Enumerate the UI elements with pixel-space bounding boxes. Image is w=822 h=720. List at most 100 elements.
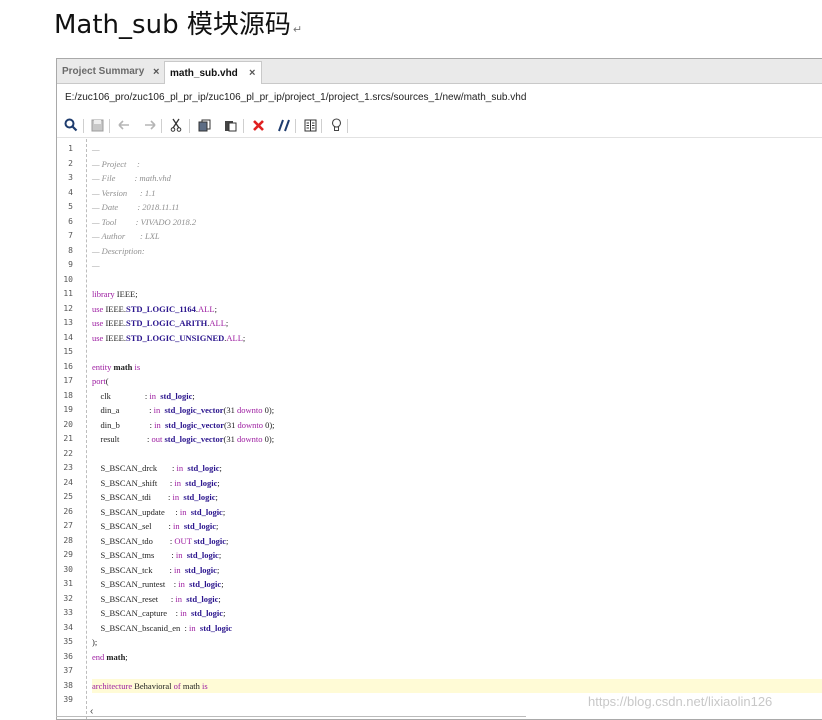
redo-icon[interactable] [141,115,159,135]
code-line[interactable]: — File : math.vhd [92,171,822,186]
line-number: 11 [63,289,73,298]
code-token: — Author : LXL [92,231,160,241]
code-token: S_BSCAN_tms : [92,550,176,560]
code-token: S_BSCAN_drck : [92,463,177,473]
code-line[interactable]: — [92,142,822,157]
code-token: 0); [262,419,275,430]
code-token: entity [92,361,112,372]
code-line[interactable]: end math; [92,650,822,665]
code-token: std_logic [199,622,233,633]
code-token: std_logic [189,579,222,589]
code-token: ; [214,303,217,314]
code-line[interactable]: S_BSCAN_reset : in std_logic; [92,592,822,607]
code-token: in [180,608,187,618]
search-icon[interactable] [62,115,80,135]
code-line[interactable]: use IEEE.STD_LOGIC_UNSIGNED.ALL; [92,331,822,346]
code-line[interactable] [92,273,822,288]
code-line[interactable]: — Date : 2018.11.11 [92,200,822,215]
code-line[interactable]: result : out std_logic_vector(31 downto … [92,432,822,447]
line-number: 20 [63,419,73,429]
code-line[interactable]: din_b : in std_logic_vector(31 downto 0)… [92,418,822,433]
code-line[interactable]: use IEEE.STD_LOGIC_ARITH.ALL; [92,316,822,331]
line-number: 12 [63,303,73,313]
code-token: ALL [198,303,215,314]
code-line[interactable]: — Tool : VIVADO 2018.2 [92,215,822,230]
code-line[interactable]: S_BSCAN_tck : in std_logic; [92,563,822,578]
code-line[interactable] [92,345,822,360]
code-line[interactable]: port( [92,374,822,389]
toggle-columns-icon[interactable] [301,115,319,135]
code-line[interactable]: ); [92,635,822,650]
code-line[interactable]: S_BSCAN_sel : in std_logic; [92,519,822,534]
cut-icon[interactable] [167,115,185,135]
code-line[interactable]: din_a : in std_logic_vector(31 downto 0)… [92,403,822,418]
line-number: 25 [63,492,73,501]
code-token: std_logic [187,463,220,473]
tab-math-sub-vhd[interactable]: math_sub.vhd × [164,61,262,84]
lightbulb-icon[interactable] [327,115,345,135]
paste-icon[interactable] [221,115,239,135]
code-line[interactable]: — Author : LXL [92,229,822,244]
code-line[interactable]: S_BSCAN_runtest : in std_logic; [92,577,822,592]
code-token: in [154,419,161,430]
comment-icon[interactable] [275,115,293,135]
close-icon[interactable]: × [249,67,255,79]
code-token: — [92,144,100,154]
code-token: ALL [209,318,226,328]
code-token: std_logic [160,390,193,401]
code-line[interactable]: S_BSCAN_tdo : OUT std_logic; [92,534,822,549]
code-line[interactable]: — [92,258,822,273]
line-number: 38 [63,680,73,690]
line-number: 29 [63,550,73,559]
copy-icon[interactable] [195,115,213,135]
code-line[interactable]: S_BSCAN_tdi : in std_logic; [92,490,822,505]
code-token: ; [225,318,229,328]
code-line[interactable]: S_BSCAN_capture : in std_logic; [92,606,822,621]
code-token: library [92,289,115,299]
code-line[interactable]: — Description: [92,244,822,259]
code-token: S_BSCAN_tck : [92,564,174,575]
save-icon[interactable] [88,115,106,135]
code-token: port [92,376,106,386]
code-token: downto [237,419,263,430]
code-token: S_BSCAN_shift : [92,477,175,488]
code-token: downto [236,434,263,444]
code-line[interactable]: architecture Behavioral of math is [92,678,822,693]
line-number: 39 [63,695,73,704]
code-line[interactable]: use IEEE.STD_LOGIC_1164.ALL; [92,302,822,317]
tab-project-summary[interactable]: Project Summary × [57,61,163,82]
code-line[interactable] [92,664,822,679]
code-token: use [92,303,104,314]
code-line[interactable]: S_BSCAN_bscanid_en : in std_logic [92,621,822,636]
line-number: 3 [68,173,73,182]
code-line[interactable] [92,447,822,462]
code-token: downto [236,405,263,415]
code-token: (31 [223,434,237,444]
code-editor[interactable]: 1 2 3 4 5 6 7 8 9 10 11 12 13 14 15 16 17 18 19 20 21 22 23 24 2… [57,139,822,719]
code-line[interactable]: clk : in std_logic; [92,389,822,404]
code-token: std_logic_vector [164,434,224,444]
undo-icon[interactable] [115,115,133,135]
code-line[interactable]: S_BSCAN_tms : in std_logic; [92,548,822,563]
code-token: math [111,361,135,372]
code-token: ; [223,608,226,618]
code-line[interactable]: S_BSCAN_shift : in std_logic; [92,476,822,491]
editor-toolbar [57,115,822,137]
code-token: result : [92,434,152,444]
line-number: 24 [63,477,73,487]
delete-icon[interactable] [249,115,267,135]
code-token: ; [216,521,219,531]
code-token: use [92,332,104,343]
line-number: 35 [63,637,73,646]
code-line[interactable]: library IEEE; [92,287,822,302]
code-token: 0); [262,405,275,415]
code-line[interactable]: S_BSCAN_drck : in std_logic; [92,461,822,476]
code-line[interactable]: S_BSCAN_update : in std_logic; [92,505,822,520]
tab-label: math_sub.vhd [170,67,238,79]
code-line[interactable]: — Project : [92,157,822,172]
code-line[interactable]: entity math is [92,360,822,375]
code-token: end [92,651,105,662]
code-line[interactable]: — Version : 1.1 [92,186,822,201]
code-token: ; [222,506,226,517]
close-icon[interactable]: × [153,66,159,78]
